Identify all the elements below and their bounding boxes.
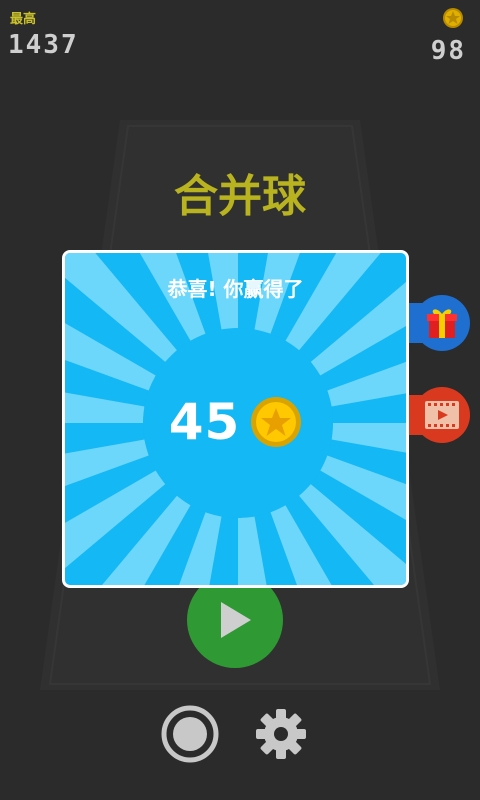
play-icon: [221, 602, 251, 638]
coin-icon: [443, 8, 463, 28]
star-coin-icon: [251, 397, 302, 447]
reward-dialog: 恭喜! 你赢得了 45: [62, 250, 409, 588]
reward-amount: 45: [168, 393, 241, 451]
film-play-icon: [425, 401, 459, 429]
video-button-circle: [414, 387, 470, 443]
best-score-label: 最高: [10, 12, 37, 27]
coin-count: 98: [430, 36, 466, 66]
game-title: 合并球: [174, 171, 306, 222]
record-icon[interactable]: [161, 705, 219, 763]
reward-amount-row: 45: [65, 393, 406, 451]
gear-icon[interactable]: [254, 707, 308, 761]
best-score-value: 1437: [8, 30, 79, 60]
gift-button-circle: [414, 295, 470, 351]
watch-video-button[interactable]: [400, 387, 470, 443]
gift-icon: [427, 309, 457, 338]
reward-dialog-title: 恭喜! 你赢得了: [167, 277, 304, 301]
gift-button[interactable]: [400, 295, 470, 351]
